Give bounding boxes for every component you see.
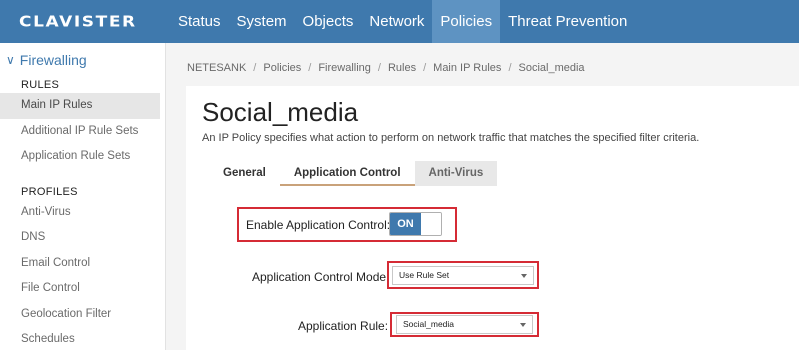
- nav-status[interactable]: Status: [170, 0, 229, 43]
- tab-bar: General Application Control Anti-Virus: [209, 161, 498, 186]
- tab-general[interactable]: General: [209, 161, 280, 186]
- breadcrumb-separator: /: [508, 62, 512, 74]
- breadcrumb-item[interactable]: Firewalling: [318, 62, 371, 74]
- nav-objects[interactable]: Objects: [295, 0, 362, 43]
- sidebar-item-main-ip-rules[interactable]: Main IP Rules: [0, 93, 160, 119]
- breadcrumb-current: Social_media: [518, 62, 585, 74]
- breadcrumb-item[interactable]: Rules: [388, 62, 416, 74]
- breadcrumb-separator: /: [423, 62, 427, 74]
- clavister-logo[interactable]: CLAVISTER: [0, 13, 170, 31]
- dropdown-arrow-icon: [520, 323, 526, 327]
- main-content: NETESANK / Policies / Firewalling / Rules / Main…: [166, 43, 799, 350]
- application-control-mode-label: Application Control Mode:: [252, 270, 390, 284]
- mode-select-value: Use Rule Set: [399, 270, 450, 280]
- sidebar-section-rules: RULES: [21, 79, 60, 91]
- sidebar-item-email-control[interactable]: Email Control: [0, 251, 165, 277]
- toggle-knob: [421, 213, 441, 235]
- sidebar-item-additional-ip-rule-sets[interactable]: Additional IP Rule Sets: [0, 119, 165, 145]
- nav-threat-prevention[interactable]: Threat Prevention: [500, 0, 635, 43]
- enable-application-control-toggle[interactable]: ON: [389, 212, 442, 236]
- top-navigation-bar: CLAVISTER Status System Objects Network …: [0, 0, 799, 43]
- sidebar-item-file-control[interactable]: File Control: [0, 276, 165, 302]
- dropdown-arrow-icon: [521, 274, 527, 278]
- nav-system[interactable]: System: [229, 0, 295, 43]
- sidebar-section-profiles: PROFILES: [21, 185, 78, 198]
- page-title: Social_media: [202, 97, 359, 127]
- chevron-down-icon: ∨: [6, 53, 15, 67]
- rule-select-value: Social_media: [403, 319, 455, 329]
- application-rule-label: Application Rule:: [298, 319, 389, 333]
- sidebar-group-firewalling[interactable]: ∨ Firewalling: [0, 43, 165, 77]
- enable-application-control-label: Enable Application Control:: [246, 218, 391, 232]
- sidebar-item-schedules[interactable]: Schedules: [0, 327, 165, 350]
- page-description: An IP Policy specifies what action to pe…: [202, 132, 700, 144]
- tab-application-control[interactable]: Application Control: [279, 161, 415, 186]
- breadcrumb-item[interactable]: NETESANK: [187, 62, 246, 74]
- sidebar-group-label: Firewalling: [19, 52, 87, 68]
- breadcrumb-item[interactable]: Policies: [263, 62, 301, 74]
- sidebar-item-anti-virus[interactable]: Anti-Virus: [0, 200, 165, 226]
- tab-anti-virus[interactable]: Anti-Virus: [414, 161, 498, 186]
- nav-network[interactable]: Network: [361, 0, 432, 43]
- sidebar: ∨ Firewalling RULES Main IP Rules Additi…: [0, 43, 166, 350]
- breadcrumb-separator: /: [308, 62, 312, 74]
- sidebar-item-application-rule-sets[interactable]: Application Rule Sets: [0, 144, 165, 170]
- content-panel: Social_media An IP Policy specifies what…: [186, 86, 799, 350]
- breadcrumb-separator: /: [377, 62, 381, 74]
- breadcrumb: NETESANK / Policies / Firewalling / Rules / Main…: [187, 62, 585, 74]
- nav-policies[interactable]: Policies: [432, 0, 501, 43]
- breadcrumb-item[interactable]: Main IP Rules: [433, 62, 501, 74]
- application-control-mode-select[interactable]: Use Rule Set: [392, 266, 534, 285]
- application-rule-select[interactable]: Social_media: [396, 315, 533, 334]
- sidebar-item-dns[interactable]: DNS: [0, 225, 165, 251]
- main-menu: Status System Objects Network Policies T…: [170, 0, 635, 43]
- sidebar-item-geolocation-filter[interactable]: Geolocation Filter: [0, 302, 165, 328]
- toggle-on-label: ON: [390, 213, 421, 235]
- breadcrumb-separator: /: [253, 62, 257, 74]
